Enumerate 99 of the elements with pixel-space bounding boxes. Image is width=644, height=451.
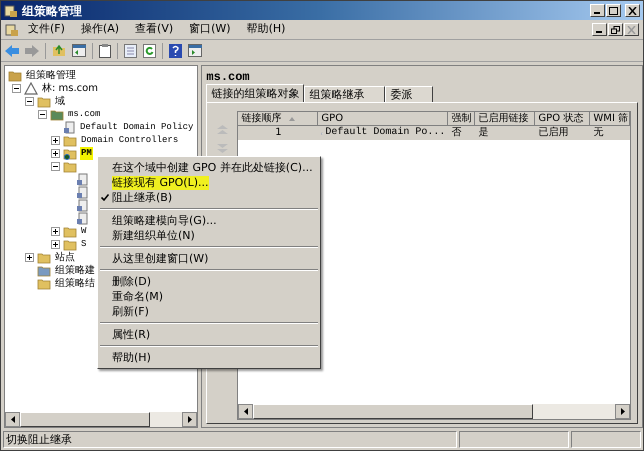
pane-icon[interactable] (72, 44, 86, 57)
folder-up-icon[interactable] (52, 44, 66, 57)
expand-toggle[interactable] (25, 253, 34, 262)
tree-item[interactable]: ms.com (67, 108, 102, 122)
plus-icon (53, 229, 58, 234)
restore-icon (611, 26, 620, 34)
collapse-toggle[interactable] (25, 97, 34, 106)
window-title: 组策略管理 (22, 2, 83, 20)
close-icon (628, 6, 637, 14)
tree-item[interactable]: PM (80, 146, 93, 160)
right-arrow-icon (188, 416, 192, 423)
minus-icon (27, 99, 32, 104)
close-button[interactable] (625, 4, 640, 17)
collapse-toggle[interactable] (12, 84, 21, 93)
folder-icon (37, 95, 51, 108)
menu-item[interactable]: 属性(R) (112, 328, 150, 342)
menu-item[interactable]: 重命名(M) (112, 290, 164, 304)
tree-item[interactable]: W (80, 224, 88, 238)
tree-icon (24, 82, 38, 95)
expand-toggle[interactable] (51, 227, 60, 236)
refresh-icon[interactable] (143, 44, 156, 58)
tree-item[interactable]: Default Domain Policy (79, 120, 194, 134)
table-cell-text: 否 (450, 126, 462, 140)
tab[interactable]: 组策略继承 (304, 86, 386, 102)
right-arrow-icon (620, 408, 625, 415)
sort-arrow-icon (289, 116, 296, 120)
folder-icon (63, 238, 77, 251)
minimize-button[interactable] (592, 23, 607, 36)
minus-icon (40, 112, 45, 117)
menu-item[interactable]: 操作(A) (74, 21, 126, 38)
menu-item[interactable]: 在这个域中创建 GPO 并在此处链接(C)... (112, 160, 313, 174)
tree-item[interactable]: 组策略结 (54, 276, 96, 291)
tree-item[interactable]: 站点 (54, 250, 76, 265)
menu-item[interactable]: 帮助(H) (240, 21, 292, 38)
plus-icon (53, 151, 58, 156)
tree-item[interactable]: 域 (54, 94, 66, 109)
pane-icon[interactable] (188, 44, 202, 57)
tree-item[interactable]: S (80, 238, 88, 252)
collapse-toggle[interactable] (38, 110, 47, 119)
status-pane (571, 431, 641, 448)
menu-item[interactable]: 帮助(H) (112, 350, 151, 364)
menu-item[interactable]: 刷新(F) (112, 304, 149, 318)
menu-item[interactable]: 链接现有 GPO(L)... (112, 176, 209, 190)
tree-item[interactable]: Domain Controllers (80, 134, 180, 148)
horizontal-scrollbar[interactable] (238, 404, 630, 419)
clipboard-icon[interactable] (99, 44, 111, 58)
minimize-icon (596, 31, 602, 33)
menu-item[interactable]: 查看(V) (128, 21, 180, 38)
plus-icon (27, 255, 32, 260)
menu-item[interactable]: 窗口(W) (182, 21, 238, 38)
menu-item[interactable]: 组策略建模向导(G)... (112, 214, 217, 228)
table-cell: Default Domain Po... (318, 126, 448, 140)
tree-item[interactable]: 组策略建 (54, 263, 96, 278)
minus-icon (53, 164, 58, 169)
minimize-button[interactable] (590, 4, 605, 17)
tab[interactable]: 委派 (385, 86, 434, 102)
minimize-icon (594, 12, 600, 14)
plus-icon (53, 242, 58, 247)
status-text: 切换阻止继承 (3, 431, 457, 448)
maximize-icon (609, 6, 618, 14)
export-icon[interactable] (124, 44, 137, 58)
menu-item[interactable]: 文件(F) (21, 21, 72, 38)
console-icon (5, 22, 19, 36)
close-icon (627, 26, 636, 34)
expand-toggle[interactable] (51, 240, 60, 249)
close-button[interactable] (624, 23, 639, 36)
tree-item[interactable]: 林: ms.com (41, 81, 100, 96)
maximize-button[interactable] (606, 4, 621, 17)
table-cell-text: 已启用 (537, 126, 570, 140)
console-icon (4, 4, 18, 18)
folder-icon (37, 264, 51, 277)
help-icon[interactable] (169, 44, 182, 58)
minus-icon (14, 86, 19, 91)
left-arrow-icon (244, 408, 248, 415)
folder-icon (63, 134, 77, 147)
table-cell-text: 无 (592, 126, 604, 140)
details-title: ms.com (206, 70, 251, 84)
tree-item[interactable]: 组策略管理 (25, 68, 77, 83)
folder-icon (63, 147, 77, 160)
left-arrow-icon (10, 416, 14, 423)
menu-item[interactable]: 阻止继承(B) (112, 190, 172, 204)
tab[interactable]: 链接的组策略对象 (206, 84, 304, 102)
expand-toggle[interactable] (51, 149, 60, 158)
table-cell-text: 是 (477, 126, 490, 140)
table-cell-text: 1 (274, 126, 283, 140)
horizontal-scrollbar[interactable] (5, 412, 198, 427)
folder-icon (50, 108, 64, 121)
folder-icon (37, 251, 51, 264)
menu-item[interactable]: 删除(D) (112, 274, 152, 288)
collapse-toggle[interactable] (51, 162, 60, 171)
folder-icon (63, 160, 77, 173)
folder-icon (8, 69, 22, 82)
expand-toggle[interactable] (51, 136, 60, 145)
plus-icon (53, 138, 58, 143)
menu-item[interactable]: 从这里创建窗口(W) (112, 252, 208, 266)
folder-icon (63, 225, 77, 238)
folder-icon (37, 277, 51, 290)
menu-item[interactable]: 新建组织单位(N) (112, 228, 195, 242)
restore-button[interactable] (608, 23, 623, 36)
